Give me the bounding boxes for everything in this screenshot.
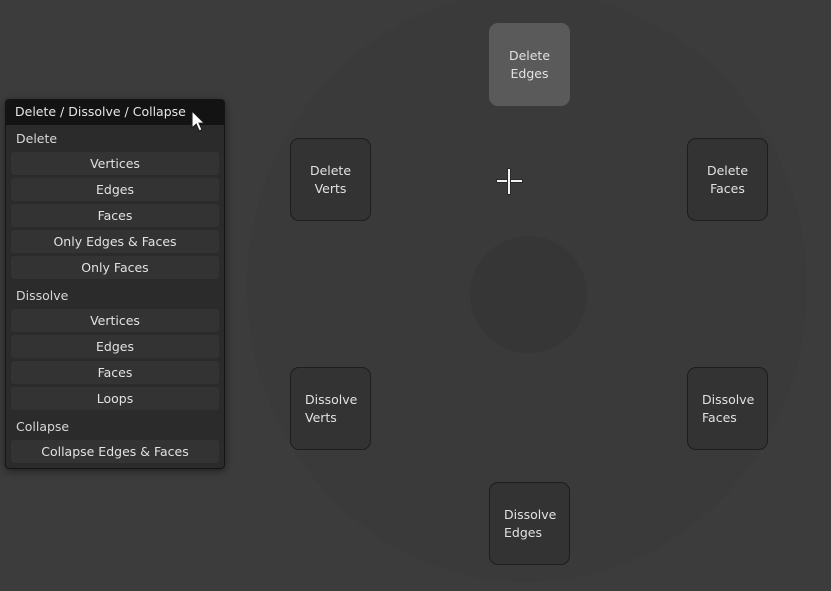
pie-item-delete-verts[interactable]: Delete Verts xyxy=(290,138,371,221)
pie-item-dissolve-faces[interactable]: Dissolve Faces xyxy=(687,367,768,450)
arrow-pointer-cursor xyxy=(191,109,207,134)
blender-viewport: Delete Edges Delete Verts Delete Faces D… xyxy=(0,0,831,591)
pie-item-delete-edges[interactable]: Delete Edges xyxy=(489,23,570,106)
menu-item-delete-faces[interactable]: Faces xyxy=(11,204,219,227)
menu-item-delete-only-edges-and-faces[interactable]: Only Edges & Faces xyxy=(11,230,219,253)
delete-dissolve-collapse-menu: Delete / Dissolve / Collapse Delete Vert… xyxy=(5,99,225,469)
crosshair-cursor xyxy=(497,169,522,194)
pie-item-delete-edges-label: Delete Edges xyxy=(508,47,551,81)
pie-item-delete-verts-label: Delete Verts xyxy=(309,162,352,196)
menu-item-delete-vertices[interactable]: Vertices xyxy=(11,152,219,175)
menu-item-dissolve-edges[interactable]: Edges xyxy=(11,335,219,358)
pie-item-dissolve-faces-label: Dissolve Faces xyxy=(702,391,755,425)
pie-item-delete-faces-label: Delete Faces xyxy=(706,162,749,196)
menu-item-dissolve-vertices[interactable]: Vertices xyxy=(11,309,219,332)
menu-item-dissolve-loops[interactable]: Loops xyxy=(11,387,219,410)
pie-item-delete-faces[interactable]: Delete Faces xyxy=(687,138,768,221)
pie-item-dissolve-edges-label: Dissolve Edges xyxy=(504,506,557,540)
pie-item-dissolve-edges[interactable]: Dissolve Edges xyxy=(489,482,570,565)
menu-section-header-dissolve: Dissolve xyxy=(16,288,69,303)
pie-item-dissolve-verts[interactable]: Dissolve Verts xyxy=(290,367,371,450)
pie-item-dissolve-verts-label: Dissolve Verts xyxy=(305,391,358,425)
pie-menu-center-circle xyxy=(470,236,587,353)
menu-item-dissolve-faces[interactable]: Faces xyxy=(11,361,219,384)
crosshair-vertical-bar xyxy=(508,169,510,194)
menu-item-delete-edges[interactable]: Edges xyxy=(11,178,219,201)
menu-item-collapse-edges-and-faces[interactable]: Collapse Edges & Faces xyxy=(11,440,219,463)
menu-item-delete-only-faces[interactable]: Only Faces xyxy=(11,256,219,279)
menu-section-header-collapse: Collapse xyxy=(16,419,70,434)
